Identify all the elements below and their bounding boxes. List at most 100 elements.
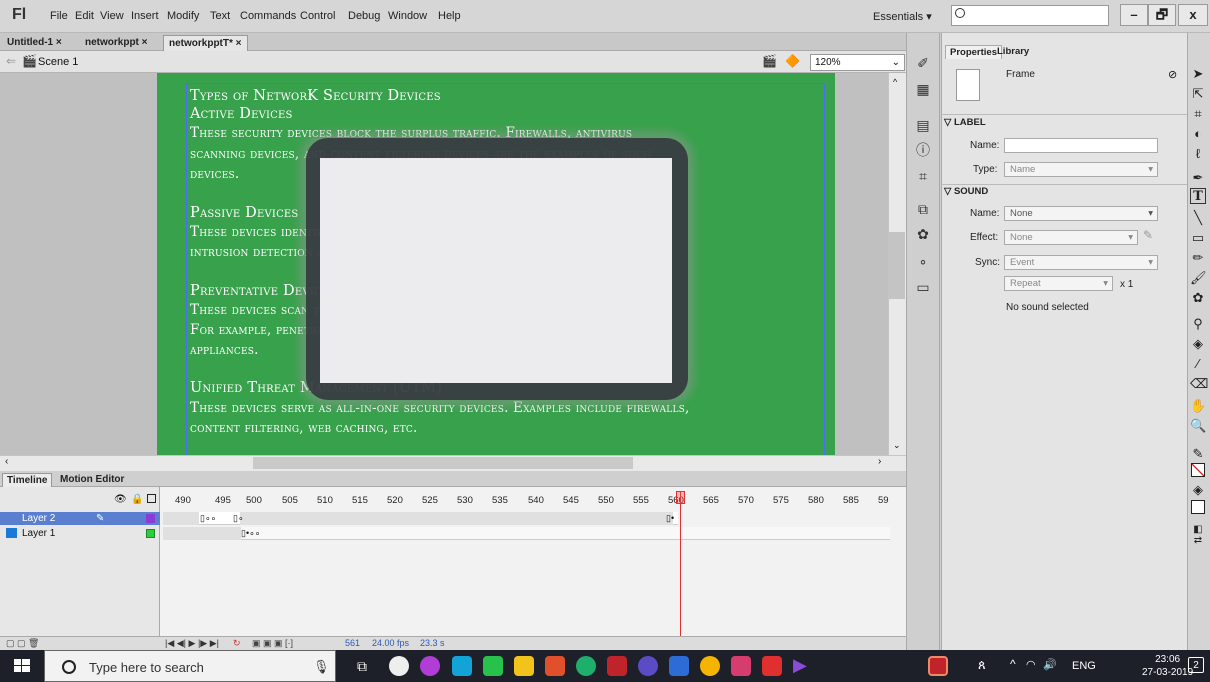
grid-panel-icon[interactable]: ▦ — [916, 82, 930, 96]
keyframe-marker[interactable]: ▯∘∘ — [200, 513, 216, 524]
history-panel-icon[interactable]: ▭ — [916, 280, 930, 294]
keyframe-marker[interactable]: ▯∘ — [233, 513, 244, 524]
hand-tool-icon[interactable]: ✋ — [1190, 398, 1206, 414]
3d-rotation-tool-icon[interactable]: ◐ — [1190, 126, 1206, 142]
start-button[interactable] — [0, 650, 44, 682]
label-section-toggle[interactable]: ▽ LABEL — [944, 117, 986, 128]
menu-window[interactable]: Window — [388, 10, 427, 22]
eraser-tool-icon[interactable]: ⌫ — [1190, 376, 1208, 392]
menu-file[interactable]: File — [50, 10, 68, 22]
fill-color-swatch[interactable] — [1191, 500, 1205, 514]
text-tool-icon[interactable]: T — [1190, 188, 1206, 204]
keyframe-marker[interactable]: ▯•∘∘ — [241, 528, 260, 539]
people-icon[interactable]: ጰ — [978, 657, 986, 673]
edit-scene-icon[interactable]: 🎬 — [762, 54, 777, 68]
layer-row-layer-1[interactable]: Layer 1 — [0, 527, 160, 540]
app-icon[interactable] — [452, 656, 472, 676]
label-type-select[interactable]: Name ▾ — [1004, 162, 1158, 177]
subselection-tool-icon[interactable]: ⇱ — [1190, 86, 1206, 102]
effect-select[interactable]: None ▾ — [1004, 230, 1138, 245]
flash-app-icon[interactable] — [607, 656, 627, 676]
media-player-icon[interactable] — [389, 656, 409, 676]
bone-tool-icon[interactable]: ⚲ — [1190, 316, 1206, 332]
tab-untitled-1[interactable]: Untitled-1 × — [2, 35, 67, 51]
zoom-tool-icon[interactable]: 🔍 — [1190, 418, 1206, 434]
edit-sound-icon[interactable]: ✎ — [1143, 228, 1153, 242]
show-hidden-icons-icon[interactable]: ^ — [1010, 657, 1016, 671]
frame-span[interactable] — [163, 527, 241, 540]
menu-view[interactable]: View — [100, 10, 124, 22]
sound-name-select[interactable]: None ▾ — [1004, 206, 1158, 221]
help-search-input[interactable] — [968, 6, 1098, 25]
current-frame[interactable]: 561 — [345, 637, 360, 650]
scroll-left-icon[interactable]: ‹ — [5, 456, 8, 467]
lasso-tool-icon[interactable]: ℓ — [1190, 146, 1206, 162]
workspace-switcher[interactable]: Essentials ▾ — [873, 10, 932, 23]
media-play-icon[interactable]: ▶ — [793, 655, 807, 676]
menu-commands[interactable]: Commands — [240, 10, 296, 22]
restore-button[interactable]: 🗗 — [1148, 4, 1176, 26]
app-icon[interactable] — [638, 656, 658, 676]
pencil-tool-icon[interactable]: ✏ — [1190, 250, 1206, 266]
info-panel-icon[interactable]: ⓘ — [916, 143, 930, 157]
line-tool-icon[interactable]: ╲ — [1190, 210, 1206, 226]
help-search-box[interactable] — [951, 5, 1109, 26]
app-icon[interactable] — [731, 656, 751, 676]
layer-row-layer-2[interactable]: Layer 2 ✎ — [0, 512, 160, 525]
menu-insert[interactable]: Insert — [131, 10, 159, 22]
horizontal-scroll-thumb[interactable] — [253, 457, 633, 469]
minimize-button[interactable]: – — [1120, 4, 1148, 26]
layer-name[interactable]: Layer 1 — [22, 528, 55, 539]
tab-networkpptT[interactable]: networkpptT* × — [163, 35, 248, 51]
layer-color-swatch[interactable] — [146, 514, 155, 523]
eye-icon[interactable]: 👁 — [114, 494, 127, 505]
tab-networkppt[interactable]: networkppt × — [80, 35, 153, 51]
onion-skin-icons[interactable]: ▣ ▣ ▣ [·] — [252, 637, 293, 650]
selection-tool-icon[interactable]: ➤ — [1190, 66, 1206, 82]
layer-color-swatch[interactable] — [146, 529, 155, 538]
menu-control[interactable]: Control — [300, 10, 335, 22]
scroll-down-icon[interactable]: ⌄ — [893, 440, 901, 451]
back-arrow-icon[interactable]: ⇐ — [6, 54, 16, 68]
frame-rate[interactable]: 24.00 fps — [372, 637, 409, 650]
rectangle-tool-icon[interactable]: ▭ — [1190, 230, 1206, 246]
deco-tool-icon[interactable]: ✿ — [1190, 290, 1206, 306]
free-transform-tool-icon[interactable]: ⌗ — [1190, 106, 1206, 122]
frame-name-input[interactable] — [1004, 138, 1158, 153]
repeat-count[interactable]: x 1 — [1120, 279, 1133, 290]
zoom-select[interactable]: 120% ⌄ — [810, 54, 905, 71]
components-icon[interactable]: ✿ — [916, 227, 930, 241]
brush-panel-icon[interactable]: ✐ — [916, 56, 930, 70]
lock-icon[interactable]: 🔒 — [131, 494, 143, 505]
menu-edit[interactable]: Edit — [75, 10, 94, 22]
motion-presets-icon[interactable]: ∘ — [916, 254, 930, 268]
taskbar-clock[interactable]: 23:06 27-03-2019 — [1142, 653, 1193, 679]
loop-icon[interactable]: ↻ — [233, 637, 241, 650]
playback-controls[interactable]: |◀ ◀| ▶ |▶ ▶| — [165, 637, 219, 650]
close-button[interactable]: x — [1178, 4, 1208, 26]
brush-tool-icon[interactable]: 🖌 — [1190, 270, 1207, 286]
flash-active-app-icon[interactable] — [928, 656, 948, 676]
help-icon[interactable]: ⊘ — [1168, 68, 1177, 81]
align-panel-icon[interactable]: ▤ — [916, 118, 930, 132]
app-icon[interactable] — [545, 656, 565, 676]
frame-span[interactable] — [240, 512, 673, 525]
eyedropper-tool-icon[interactable]: ⁄ — [1190, 356, 1206, 372]
tab-library[interactable]: Library — [993, 45, 1033, 59]
task-view-icon[interactable]: ⧉ — [357, 658, 367, 675]
edit-symbol-icon[interactable]: 🔶 — [785, 54, 800, 68]
repeat-select[interactable]: Repeat ▾ — [1004, 276, 1113, 291]
paint-bucket-tool-icon[interactable]: ◈ — [1190, 336, 1206, 352]
tab-motion-editor[interactable]: Motion Editor — [56, 473, 128, 487]
menu-modify[interactable]: Modify — [167, 10, 199, 22]
sound-section-toggle[interactable]: ▽ SOUND — [944, 186, 988, 197]
new-layer-icon[interactable]: ▢ ▢ 🗑 — [6, 637, 39, 650]
menu-debug[interactable]: Debug — [348, 10, 380, 22]
sync-select[interactable]: Event ▾ — [1004, 255, 1158, 270]
playhead[interactable] — [680, 491, 681, 638]
layer-name[interactable]: Layer 2 — [22, 513, 55, 524]
app-icon[interactable] — [576, 656, 596, 676]
app-icon[interactable] — [483, 656, 503, 676]
pdf-reader-icon[interactable] — [762, 656, 782, 676]
frame-span[interactable] — [163, 512, 199, 525]
